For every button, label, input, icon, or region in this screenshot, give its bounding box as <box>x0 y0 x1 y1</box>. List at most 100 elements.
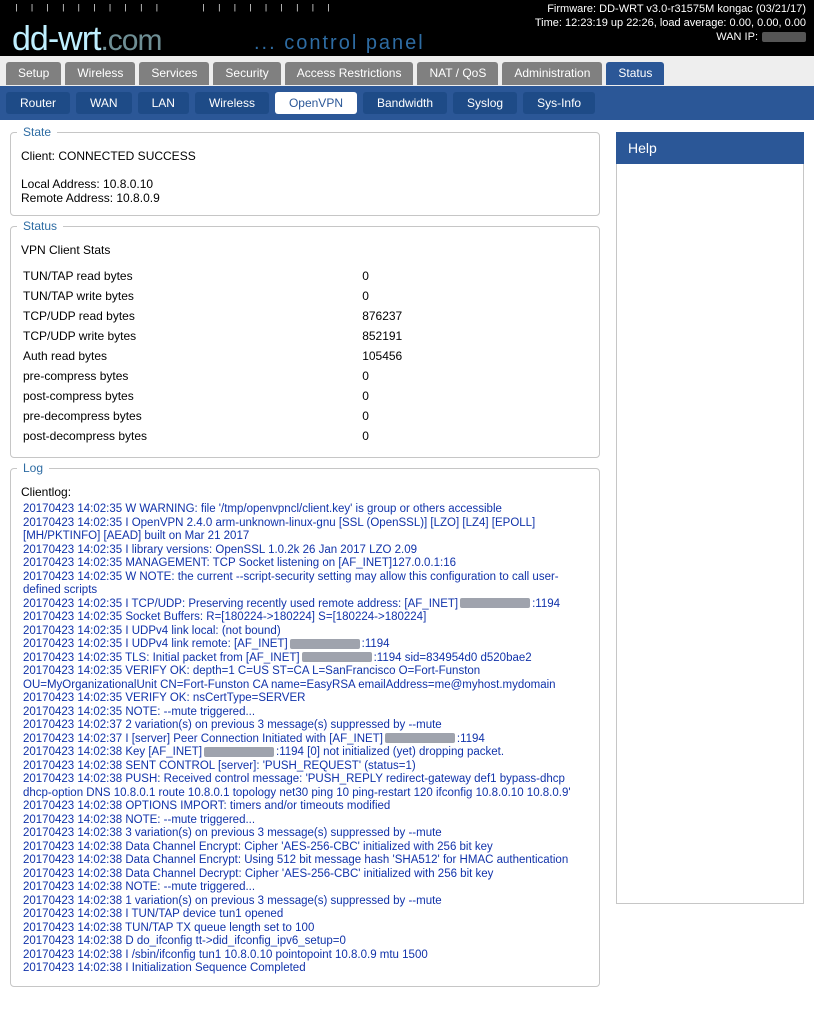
state-legend: State <box>17 125 57 139</box>
log-line: 20170423 14:02:35 W NOTE: the current --… <box>23 571 587 598</box>
log-line: 20170423 14:02:35 W WARNING: file '/tmp/… <box>23 503 587 517</box>
local-address: Local Address: 10.8.0.10 <box>21 177 589 191</box>
subtab-router[interactable]: Router <box>6 92 70 114</box>
log-line: 20170423 14:02:38 Key [AF_INET]:1194 [0]… <box>23 746 587 760</box>
stat-value: 876237 <box>362 307 587 325</box>
log-line: 20170423 14:02:35 I library versions: Op… <box>23 544 587 558</box>
masked-ip <box>460 598 530 608</box>
log-line: 20170423 14:02:35 VERIFY OK: depth=1 C=U… <box>23 665 587 692</box>
log-line: 20170423 14:02:38 SENT CONTROL [server]:… <box>23 760 587 774</box>
control-panel-label: ... control panel <box>254 32 425 55</box>
help-header[interactable]: Help <box>616 132 804 164</box>
log-line: 20170423 14:02:38 OPTIONS IMPORT: timers… <box>23 800 587 814</box>
stat-key: TCP/UDP read bytes <box>23 307 360 325</box>
subtab-wan[interactable]: WAN <box>76 92 132 114</box>
log-line: 20170423 14:02:38 I TUN/TAP device tun1 … <box>23 908 587 922</box>
stat-row: Auth read bytes105456 <box>23 347 587 365</box>
log-line: 20170423 14:02:38 I /sbin/ifconfig tun1 … <box>23 949 587 963</box>
log-box: Log Clientlog: 20170423 14:02:35 W WARNI… <box>10 468 600 987</box>
log-title: Clientlog: <box>21 485 589 499</box>
stat-key: TUN/TAP read bytes <box>23 267 360 285</box>
log-line: 20170423 14:02:38 Data Channel Encrypt: … <box>23 841 587 855</box>
tab-status[interactable]: Status <box>606 62 664 85</box>
top-header: | | | | | | | | | | | | | | | | | | | dd… <box>0 0 814 56</box>
brand-main: dd-wrt <box>12 20 100 58</box>
log-body: 20170423 14:02:35 W WARNING: file '/tmp/… <box>21 503 589 976</box>
time-line: Time: 12:23:19 up 22:26, load average: 0… <box>535 16 806 30</box>
tab-setup[interactable]: Setup <box>6 62 61 85</box>
log-line: 20170423 14:02:38 PUSH: Received control… <box>23 773 587 800</box>
stat-key: post-compress bytes <box>23 387 360 405</box>
log-line: 20170423 14:02:35 Socket Buffers: R=[180… <box>23 611 587 625</box>
subtab-lan[interactable]: LAN <box>138 92 189 114</box>
sub-tabs: Router WAN LAN Wireless OpenVPN Bandwidth Sysl… <box>0 86 814 120</box>
log-line: 20170423 14:02:37 I [server] Peer Connec… <box>23 733 587 747</box>
log-line: 20170423 14:02:35 NOTE: --mute triggered… <box>23 706 587 720</box>
stat-key: TCP/UDP write bytes <box>23 327 360 345</box>
stat-key: post-decompress bytes <box>23 427 360 445</box>
subtab-openvpn[interactable]: OpenVPN <box>275 92 357 114</box>
stat-value: 0 <box>362 427 587 445</box>
main-tabs: SetupWirelessServicesSecurityAccess Rest… <box>0 56 814 86</box>
tab-security[interactable]: Security <box>213 62 280 85</box>
tab-administration[interactable]: Administration <box>502 62 602 85</box>
stat-key: Auth read bytes <box>23 347 360 365</box>
subtab-syslog[interactable]: Syslog <box>453 92 517 114</box>
stat-key: TUN/TAP write bytes <box>23 287 360 305</box>
status-legend: Status <box>17 219 63 233</box>
stat-row: TCP/UDP write bytes852191 <box>23 327 587 345</box>
stat-row: pre-compress bytes0 <box>23 367 587 385</box>
subtab-wireless[interactable]: Wireless <box>195 92 269 114</box>
log-line: 20170423 14:02:35 VERIFY OK: nsCertType=… <box>23 692 587 706</box>
wan-ip-line: WAN IP: <box>535 30 806 44</box>
stat-value: 0 <box>362 287 587 305</box>
firmware-line: Firmware: DD-WRT v3.0-r31575M kongac (03… <box>535 2 806 16</box>
brand-logo: dd-wrt.com <box>12 20 161 59</box>
log-line: 20170423 14:02:35 I OpenVPN 2.4.0 arm-un… <box>23 517 587 544</box>
masked-ip <box>302 652 372 662</box>
stat-row: TCP/UDP read bytes876237 <box>23 307 587 325</box>
log-line: 20170423 14:02:35 I UDPv4 link local: (n… <box>23 625 587 639</box>
help-title: Help <box>628 140 657 156</box>
log-line: 20170423 14:02:37 2 variation(s) on prev… <box>23 719 587 733</box>
tab-nat-qos[interactable]: NAT / QoS <box>417 62 498 85</box>
help-panel <box>616 164 804 904</box>
stat-value: 852191 <box>362 327 587 345</box>
log-line: 20170423 14:02:38 TUN/TAP TX queue lengt… <box>23 922 587 936</box>
stat-value: 0 <box>362 367 587 385</box>
stat-key: pre-decompress bytes <box>23 407 360 425</box>
remote-address: Remote Address: 10.8.0.9 <box>21 191 589 205</box>
stat-value: 0 <box>362 407 587 425</box>
tab-services[interactable]: Services <box>139 62 209 85</box>
masked-ip <box>290 639 360 649</box>
log-line: 20170423 14:02:35 TLS: Initial packet fr… <box>23 652 587 666</box>
tab-access-restrictions[interactable]: Access Restrictions <box>285 62 414 85</box>
header-tickmarks: | | | | | | | | | | | | | | | | | | | <box>14 4 334 13</box>
log-line: 20170423 14:02:38 I Initialization Seque… <box>23 962 587 976</box>
log-line: 20170423 14:02:38 1 variation(s) on prev… <box>23 895 587 909</box>
wan-ip-masked <box>762 32 806 42</box>
subtab-bandwidth[interactable]: Bandwidth <box>363 92 447 114</box>
log-line: 20170423 14:02:35 I UDPv4 link remote: [… <box>23 638 587 652</box>
log-line: 20170423 14:02:38 D do_ifconfig tt->did_… <box>23 935 587 949</box>
stat-row: TUN/TAP read bytes0 <box>23 267 587 285</box>
log-line: 20170423 14:02:35 I TCP/UDP: Preserving … <box>23 598 587 612</box>
stat-row: post-decompress bytes0 <box>23 427 587 445</box>
client-status: Client: CONNECTED SUCCESS <box>21 149 589 163</box>
brand-suffix: .com <box>100 24 161 57</box>
vpn-stats-title: VPN Client Stats <box>21 243 589 257</box>
stat-key: pre-compress bytes <box>23 367 360 385</box>
tab-wireless[interactable]: Wireless <box>65 62 135 85</box>
subtab-sys-info[interactable]: Sys-Info <box>523 92 595 114</box>
log-line: 20170423 14:02:38 Data Channel Encrypt: … <box>23 854 587 868</box>
stat-row: TUN/TAP write bytes0 <box>23 287 587 305</box>
status-box: Status VPN Client Stats TUN/TAP read byt… <box>10 226 600 458</box>
log-line: 20170423 14:02:35 MANAGEMENT: TCP Socket… <box>23 557 587 571</box>
stat-value: 105456 <box>362 347 587 365</box>
masked-ip <box>204 747 274 757</box>
state-box: State Client: CONNECTED SUCCESS Local Ad… <box>10 132 600 216</box>
masked-ip <box>385 733 455 743</box>
stat-row: post-compress bytes0 <box>23 387 587 405</box>
log-line: 20170423 14:02:38 NOTE: --mute triggered… <box>23 814 587 828</box>
system-info: Firmware: DD-WRT v3.0-r31575M kongac (03… <box>535 2 806 44</box>
